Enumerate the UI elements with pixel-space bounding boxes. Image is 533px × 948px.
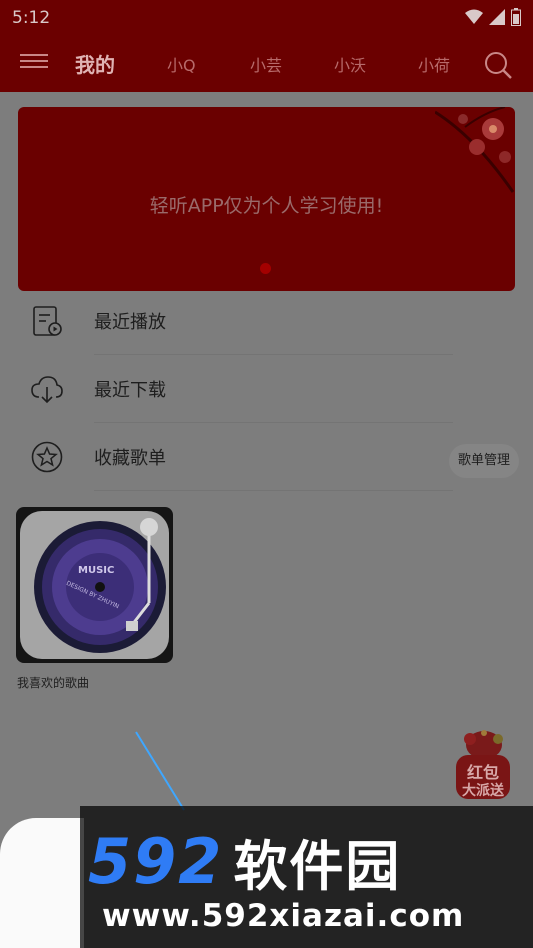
status-time: 5:12 xyxy=(12,8,51,28)
status-icons xyxy=(465,8,521,26)
list-item-favorites[interactable]: 收藏歌单 歌单管理 xyxy=(0,424,533,490)
watermark-url: www.592xiazai.com xyxy=(102,898,465,934)
hamburger-menu-icon[interactable] xyxy=(20,50,48,78)
tab-mine[interactable]: 我的 xyxy=(75,49,115,78)
star-icon xyxy=(31,441,63,473)
redpacket-line2: 大派送 xyxy=(462,782,505,799)
tab-xiaoq[interactable]: 小Q xyxy=(167,52,196,76)
watermark-brand-name: 软件园 xyxy=(233,834,402,898)
search-icon[interactable] xyxy=(483,50,513,80)
signal-icon xyxy=(489,9,505,25)
playlist-caption: 我喜欢的歌曲 xyxy=(17,676,90,690)
red-packet-promo[interactable]: 红包 大派送 xyxy=(448,725,518,803)
playlist-manage-button[interactable]: 歌单管理 xyxy=(448,444,519,478)
playlist-cover[interactable]: MUSIC DESIGN BY ZHUYIN xyxy=(16,507,173,663)
list-item-label: 最近播放 xyxy=(94,312,166,333)
list-item-label: 收藏歌单 xyxy=(94,448,166,469)
tab-xiaowo[interactable]: 小沃 xyxy=(334,52,366,76)
vinyl-record-icon: MUSIC DESIGN BY ZHUYIN xyxy=(20,511,169,659)
divider xyxy=(94,490,453,491)
wifi-icon xyxy=(465,9,483,24)
bottom-sheet-corner xyxy=(0,818,84,948)
cloud-download-icon xyxy=(31,376,63,404)
redpacket-line1: 红包 xyxy=(467,763,499,782)
battery-icon xyxy=(511,8,521,26)
recent-play-icon xyxy=(33,306,62,336)
tab-xiaoyun[interactable]: 小芸 xyxy=(250,52,282,76)
watermark-brand: 592 软件园 xyxy=(88,824,401,898)
divider xyxy=(94,354,453,355)
cover-title: MUSIC xyxy=(78,565,114,576)
plum-blossom-decoration xyxy=(435,107,515,193)
banner-indicator-dot xyxy=(260,263,271,274)
status-bar: 5:12 xyxy=(0,0,533,36)
tab-xiaohe[interactable]: 小荷 xyxy=(418,52,450,76)
banner-text: 轻听APP仅为个人学习使用! xyxy=(149,195,384,217)
list-item-recent-download[interactable]: 最近下载 xyxy=(0,356,533,422)
list-item-label: 最近下载 xyxy=(94,380,166,401)
red-envelope-icon: 红包 大派送 xyxy=(456,730,510,799)
app-bar: 我的 小Q 小芸 小沃 小荷 xyxy=(0,36,533,92)
list-item-recent-play[interactable]: 最近播放 xyxy=(0,288,533,354)
watermark: 592 软件园 www.592xiazai.com xyxy=(80,806,533,948)
watermark-brand-number: 592 xyxy=(88,824,224,898)
divider xyxy=(94,422,453,423)
